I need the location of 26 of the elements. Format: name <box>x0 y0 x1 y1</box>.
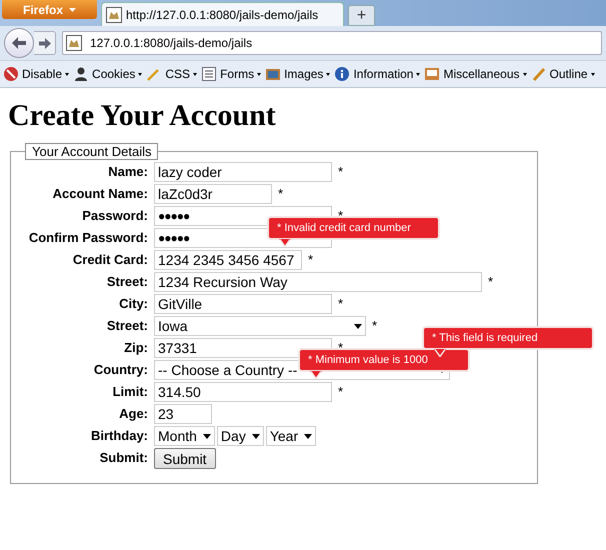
field-label: Zip: <box>123 339 148 357</box>
required-mark: * <box>372 317 378 335</box>
field-label: Street: <box>106 273 148 291</box>
field-label: Birthday: <box>90 427 148 445</box>
field-label: Account Name: <box>52 185 148 203</box>
field-label: Street: <box>106 317 148 335</box>
error-tooltip: * Invalid credit card number <box>267 216 440 247</box>
required-mark: * <box>338 295 344 313</box>
required-mark: * <box>278 185 284 203</box>
page-heading: Create Your Account <box>8 101 277 131</box>
required-mark: * <box>488 273 494 291</box>
required-mark: * <box>308 251 314 269</box>
required-mark: * <box>338 163 344 181</box>
error-tooltip: * Minimum value is 1000 <box>298 348 470 379</box>
field-label: Password: <box>81 207 148 225</box>
field-label: Country: <box>92 361 148 379</box>
form-legend: Your Account Details <box>25 143 158 160</box>
field-label: Credit Card: <box>72 251 148 269</box>
field-label: Name: <box>107 163 148 181</box>
field-label: Limit: <box>112 383 148 401</box>
field-label: Submit: <box>98 449 148 467</box>
required-mark: * <box>338 383 344 401</box>
url-text: 127.0.0.1:8080/jails-demo/jails <box>90 35 252 52</box>
field-label: Age: <box>118 405 148 423</box>
field-label: Confirm Password: <box>28 229 148 247</box>
field-label: City: <box>118 295 148 313</box>
